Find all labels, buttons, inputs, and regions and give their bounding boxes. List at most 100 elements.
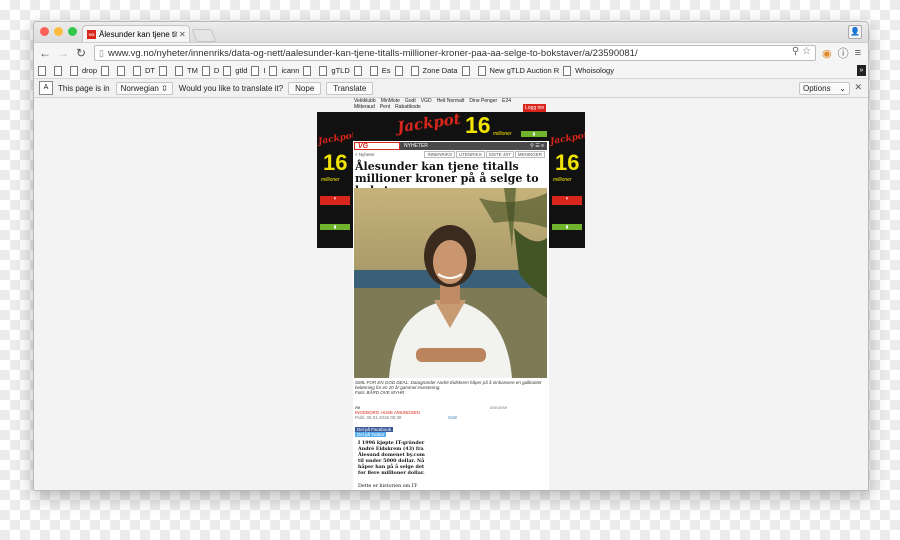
jackpot-banner-ad[interactable]: Jackpot 16 millioner ▮ (353, 112, 549, 141)
login-button[interactable]: Logg inn (523, 104, 547, 112)
bookmarks-bar: drop DT TM D gtld I icann gTLD Es Zone D… (34, 63, 868, 79)
nope-button[interactable]: Nope (288, 81, 322, 95)
menu-icon[interactable]: ≡ (541, 143, 544, 149)
article-lead: I 1996 kjøpte IT-gründer André Eidskrem … (358, 440, 425, 476)
jackpot-logo: Jackpot (396, 112, 462, 137)
language-select[interactable]: Norwegian ⇳ (115, 81, 173, 95)
translate-button[interactable]: Translate (326, 81, 374, 95)
bookmark-folder-icon[interactable] (159, 65, 171, 76)
left-skyscraper-ad[interactable]: Jackpot 16 millioner ▮ ▮ (317, 112, 353, 248)
top-link[interactable]: E24 (502, 98, 511, 104)
bookmark-folder-icon[interactable] (461, 65, 474, 76)
browser-tab[interactable]: VG Ålesunder kan tjene titalls ✕ (82, 25, 190, 42)
bookmark-item[interactable]: Whoisology (563, 65, 614, 76)
info-icon[interactable]: ⓘ (838, 45, 849, 61)
tab-title: Ålesunder kan tjene titalls (99, 29, 177, 39)
page-info-icon[interactable]: ▯ (99, 48, 104, 59)
play-button[interactable]: ▮ (552, 196, 582, 205)
back-to-section-link[interactable]: < Nyheter (355, 152, 375, 157)
close-window-button[interactable] (40, 27, 49, 36)
minimize-window-button[interactable] (54, 27, 63, 36)
bookmark-folder-icon[interactable] (394, 65, 407, 76)
zoom-window-button[interactable] (68, 27, 77, 36)
comment-count[interactable]: ✉18 (448, 415, 457, 421)
page-icon (477, 65, 486, 76)
bookmark-folder-icon[interactable] (54, 65, 66, 76)
forward-icon[interactable]: → (56, 46, 70, 60)
page-icon (303, 65, 312, 76)
sub-navigation: < Nyheter INNENRIKS UTENRIKS SISTE 48T MENI… (354, 151, 547, 159)
bookmark-star-icon[interactable]: ☆ (802, 46, 811, 57)
top-link[interactable]: Pent (380, 104, 390, 110)
bookmark-label: drop (82, 66, 98, 75)
search-icon[interactable]: ⚲ (792, 46, 799, 57)
back-icon[interactable]: ← (38, 46, 52, 60)
bookmark-folder-icon[interactable] (117, 65, 129, 76)
page-icon (269, 65, 278, 76)
bookmark-label: icann (281, 66, 300, 75)
tab-utenriks[interactable]: UTENRIKS (455, 151, 485, 158)
page-icon (410, 65, 419, 76)
translate-icon: A (39, 81, 53, 95)
close-icon[interactable]: ✕ (854, 82, 862, 93)
bookmark-folder-icon[interactable] (353, 65, 366, 76)
bookmark-item[interactable]: New gTLD Auction R (477, 65, 560, 76)
page-icon (461, 65, 470, 76)
page-icon (201, 65, 210, 76)
jackpot-amount: 16 (555, 150, 580, 175)
caption-text: SMIL FOR EN GOD DEAL: Datagründer André … (355, 380, 542, 390)
bookmark-label: Zone Data (422, 66, 458, 75)
title-bar: VG Ålesunder kan tjene titalls ✕ 👤 (34, 22, 868, 43)
vg-logo[interactable]: VG (354, 142, 400, 150)
section-title: NYHETER (404, 143, 428, 149)
list-icon[interactable]: ☰ (535, 143, 539, 149)
more-bookmarks-icon[interactable]: » (857, 65, 866, 76)
bookmark-folder-icon[interactable] (101, 65, 113, 76)
bookmark-item[interactable]: icann (269, 65, 300, 76)
bookmark-item[interactable]: Zone Data (410, 65, 458, 76)
play-button[interactable]: ▮ (320, 196, 350, 205)
bookmark-item[interactable]: gTLD (319, 65, 350, 76)
extension-icon[interactable]: ◉ (822, 47, 832, 60)
right-skyscraper-ad[interactable]: Jackpot 16 millioner ▮ ▮ (549, 112, 585, 248)
reload-icon[interactable]: ↻ (74, 46, 88, 60)
tab-innenriks[interactable]: INNENRIKS (424, 151, 455, 158)
bookmark-item[interactable]: drop (70, 65, 98, 76)
tab-meninger[interactable]: MENINGER (514, 151, 545, 158)
top-link[interactable]: Mitteraud (354, 104, 375, 110)
tab-close-icon[interactable]: ✕ (179, 30, 186, 39)
menu-icon[interactable]: ≡ (855, 47, 861, 59)
page-icon (353, 65, 362, 76)
page-icon (117, 65, 126, 76)
bookmark-folder-icon[interactable] (38, 65, 50, 76)
jackpot-unit: millioner (493, 131, 512, 137)
options-select[interactable]: Options ⌄ (799, 82, 850, 95)
translate-prefix: This page is in (58, 83, 110, 93)
bookmark-folder-icon[interactable] (303, 65, 315, 76)
tab-siste-48t[interactable]: SISTE 48T (485, 151, 514, 158)
photo-credit: Foto: BÅRD OVE MYHR (355, 390, 405, 395)
bookmark-item[interactable]: Es (369, 65, 391, 76)
bookmark-label: New gTLD Auction R (489, 66, 560, 75)
navigation-bar: ← → ↻ ▯ www.vg.no/nyheter/innenriks/data… (34, 43, 868, 63)
top-link[interactable]: Helt Normalt (437, 98, 465, 104)
photo-caption: SMIL FOR EN GOD DEAL: Datagründer André … (355, 380, 545, 395)
translate-bar: A This page is in Norwegian ⇳ Would you … (34, 79, 868, 98)
bookmark-item[interactable]: TM (175, 65, 198, 76)
top-link[interactable]: Rabattkode (395, 104, 421, 110)
bookmark-item[interactable]: I (251, 65, 265, 76)
bookmark-item[interactable]: gtld (223, 65, 247, 76)
address-bar[interactable]: ▯ www.vg.no/nyheter/innenriks/data-og-ne… (94, 45, 816, 61)
jackpot-logo: Jackpot (317, 130, 353, 148)
search-icon[interactable]: ⚲ (530, 143, 534, 149)
bookmark-item[interactable]: DT (133, 65, 155, 76)
share-twitter-button[interactable]: Del på Twitter (355, 432, 387, 437)
byline: Av INGEBORG HUSE AMUNDSEN Publ. 06.01.20… (355, 405, 420, 420)
top-link[interactable]: Dine Penger (469, 98, 497, 104)
bookmark-label: TM (187, 66, 198, 75)
bookmark-item[interactable]: D (201, 65, 219, 76)
new-tab-button[interactable] (191, 29, 217, 42)
jackpot-amount: 16 (323, 150, 348, 175)
article: VG NYHETER ⚲ ☰ ≡ < Nyheter INNENRIKS UTEN… (353, 141, 549, 490)
profile-icon[interactable]: 👤 (848, 25, 862, 39)
